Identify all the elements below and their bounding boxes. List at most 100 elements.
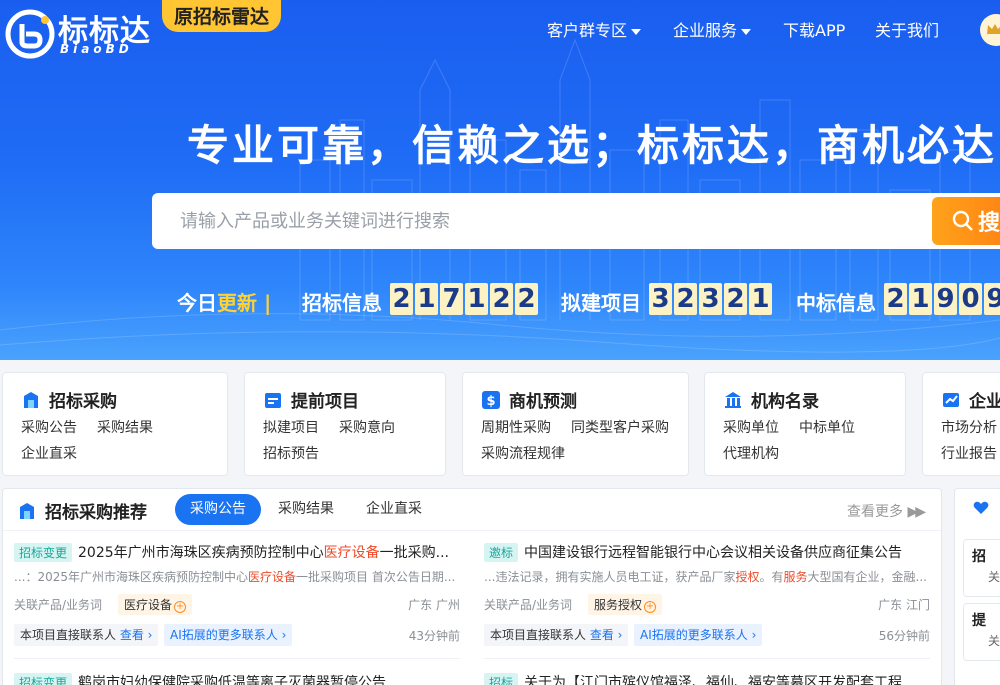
link-direct-purchase[interactable]: 企业直采 xyxy=(21,443,77,463)
svg-text:$: $ xyxy=(486,394,495,409)
link-process-pattern[interactable]: 采购流程规律 xyxy=(481,443,565,463)
stat-label-tender: 招标信息 xyxy=(302,291,382,315)
right-sidebar: 招 关 提 关 xyxy=(954,488,1000,685)
counter-digit: 9 xyxy=(984,283,1000,315)
link-planned-projects[interactable]: 拟建项目 xyxy=(263,417,319,437)
item-title[interactable]: 招标变更 2025年广州市海珠区疾病预防控制中心医疗设备一批采购... xyxy=(14,542,460,562)
counter-digit: 2 xyxy=(390,283,413,315)
sidebar-card[interactable]: 提 关 xyxy=(963,603,1000,661)
recommend-panel-title: 招标采购推荐 xyxy=(17,498,147,523)
card-early-projects: 提前项目 拟建项目 采购意向 招标预告 xyxy=(244,372,446,476)
sidebar-card-sub: 关 xyxy=(988,634,1000,648)
card-enterprise: 企业 市场分析 行业报告 xyxy=(922,372,1000,476)
nav-about-us[interactable]: 关于我们 xyxy=(875,17,939,41)
item-meta: 关联产品/业务词 医疗设备 + 广东 广州 xyxy=(14,594,460,616)
link-winning-unit[interactable]: 中标单位 xyxy=(799,417,855,437)
item-tag: 招标变更 xyxy=(14,542,73,562)
ai-contacts-button[interactable]: AI拓展的更多联系人 › xyxy=(164,624,293,646)
counter-digit: 2 xyxy=(724,283,747,315)
nav-download-app[interactable]: 下载APP xyxy=(783,17,845,41)
brand-logo-icon[interactable] xyxy=(4,8,56,60)
institution-icon xyxy=(725,391,741,408)
item-meta: 关联产品/业务词 服务授权 + 广东 江门 xyxy=(484,594,930,616)
card-title[interactable]: 提前项目 xyxy=(263,387,359,412)
stat-counter-tender: 2 1 7 1 2 2 xyxy=(390,283,538,315)
plus-icon: + xyxy=(644,601,657,613)
link-market-analysis[interactable]: 市场分析 xyxy=(941,417,997,437)
ai-contacts-button[interactable]: AI拓展的更多联系人 › xyxy=(634,624,763,646)
direct-contact-button[interactable]: 本项目直接联系人 查看 › xyxy=(14,624,159,646)
tab-direct-purchase[interactable]: 企业直采 xyxy=(351,494,437,525)
link-similar-customer[interactable]: 同类型客户采购 xyxy=(571,417,669,437)
tab-purchase-notice[interactable]: 采购公告 xyxy=(175,494,261,525)
stat-counter-planned: 3 2 3 2 1 xyxy=(649,283,772,315)
chart-icon xyxy=(943,392,959,407)
card-title[interactable]: 机构名录 xyxy=(723,387,819,412)
counter-digit: 2 xyxy=(515,283,538,315)
hero-slogan: 专业可靠，信赖之选；标标达，商机必达 xyxy=(187,121,998,170)
link-purchase-intent[interactable]: 采购意向 xyxy=(339,417,395,437)
counter-digit: 7 xyxy=(440,283,463,315)
item-contact-row: 本项目直接联系人 查看 › AI拓展的更多联系人 › 56分钟前 xyxy=(484,624,930,646)
item-tag: 招标 xyxy=(484,672,519,685)
counter-digit: 0 xyxy=(959,283,982,315)
item-region: 广东 江门 xyxy=(878,598,930,612)
sidebar-card-title: 招 xyxy=(972,549,986,565)
double-chevron-right-icon: ▶▶ xyxy=(907,504,925,520)
item-title[interactable]: 邀标 中国建设银行远程智能银行中心会议相关设备供应商征集公告 xyxy=(484,542,930,562)
calendar-icon xyxy=(265,392,281,408)
item-time: 43分钟前 xyxy=(408,629,460,643)
link-agency[interactable]: 代理机构 xyxy=(723,443,779,463)
sidebar-card-title: 提 xyxy=(972,613,986,629)
link-periodic-purchase[interactable]: 周期性采购 xyxy=(481,417,551,437)
crown-icon xyxy=(987,24,1000,34)
item-time: 56分钟前 xyxy=(878,629,930,643)
item-title[interactable]: 招标 关于为【江门市殡仪馆福泽、福仙、福安等墓区开发配套工程... xyxy=(484,672,930,685)
card-institution-directory: 机构名录 采购单位 中标单位 代理机构 xyxy=(704,372,906,476)
card-title[interactable]: $ 商机预测 xyxy=(481,387,577,412)
link-purchase-result[interactable]: 采购结果 xyxy=(97,417,153,437)
card-tender-procurement: 招标采购 采购公告 采购结果 企业直采 xyxy=(2,372,228,476)
nav-enterprise-service[interactable]: 企业服务 xyxy=(673,17,752,41)
divider xyxy=(484,658,930,659)
card-title[interactable]: 企业 xyxy=(941,387,1000,412)
brand-subtitle: BiaoBD xyxy=(60,42,133,56)
tab-purchase-result[interactable]: 采购结果 xyxy=(263,494,349,525)
search-input[interactable] xyxy=(152,193,932,249)
divider xyxy=(14,658,460,659)
item-snippet: ...违法记录，拥有实施人员电工证，获产品厂家授权。有服务大型国有企业，金融..… xyxy=(484,570,927,584)
link-purchasing-unit[interactable]: 采购单位 xyxy=(723,417,779,437)
keyword-chip[interactable]: 服务授权 + xyxy=(588,594,663,615)
plus-icon: + xyxy=(174,601,187,613)
today-update-label: 今日更新 | xyxy=(177,291,272,315)
item-region: 广东 广州 xyxy=(408,598,460,612)
search-button-label: 搜 xyxy=(978,211,1000,236)
card-title[interactable]: 招标采购 xyxy=(21,387,117,412)
counter-digit: 1 xyxy=(415,283,438,315)
item-contact-row: 本项目直接联系人 查看 › AI拓展的更多联系人 › 43分钟前 xyxy=(14,624,460,646)
counter-digit: 1 xyxy=(909,283,932,315)
link-purchase-notice[interactable]: 采购公告 xyxy=(21,417,77,437)
counter-digit: 9 xyxy=(934,283,957,315)
view-more-link[interactable]: 查看更多 ▶▶ xyxy=(847,501,926,521)
counter-digit: 1 xyxy=(465,283,488,315)
counter-digit: 2 xyxy=(674,283,697,315)
building-icon xyxy=(20,502,34,519)
link-tender-preview[interactable]: 招标预告 xyxy=(263,443,319,463)
direct-contact-button[interactable]: 本项目直接联系人 查看 › xyxy=(484,624,629,646)
item-title[interactable]: 招标变更 鹤岗市妇幼保健院采购低温等离子灭菌器暂停公告 xyxy=(14,672,460,685)
chevron-down-icon xyxy=(741,28,752,35)
sidebar-card[interactable]: 招 关 xyxy=(963,539,1000,597)
counter-digit: 3 xyxy=(699,283,722,315)
counter-digit: 1 xyxy=(749,283,772,315)
nav-customer-zone[interactable]: 客户群专区 xyxy=(547,17,642,41)
chevron-down-icon xyxy=(631,28,642,35)
sidebar-card-sub: 关 xyxy=(988,570,1000,584)
dollar-icon: $ xyxy=(482,390,500,409)
counter-digit: 3 xyxy=(649,283,672,315)
former-name-badge: 原招标雷达 xyxy=(162,0,282,32)
item-tag: 招标变更 xyxy=(14,672,73,685)
keyword-chip[interactable]: 医疗设备 + xyxy=(118,594,193,615)
search-button[interactable]: 搜 xyxy=(932,197,1000,245)
link-industry-report[interactable]: 行业报告 xyxy=(941,443,997,463)
